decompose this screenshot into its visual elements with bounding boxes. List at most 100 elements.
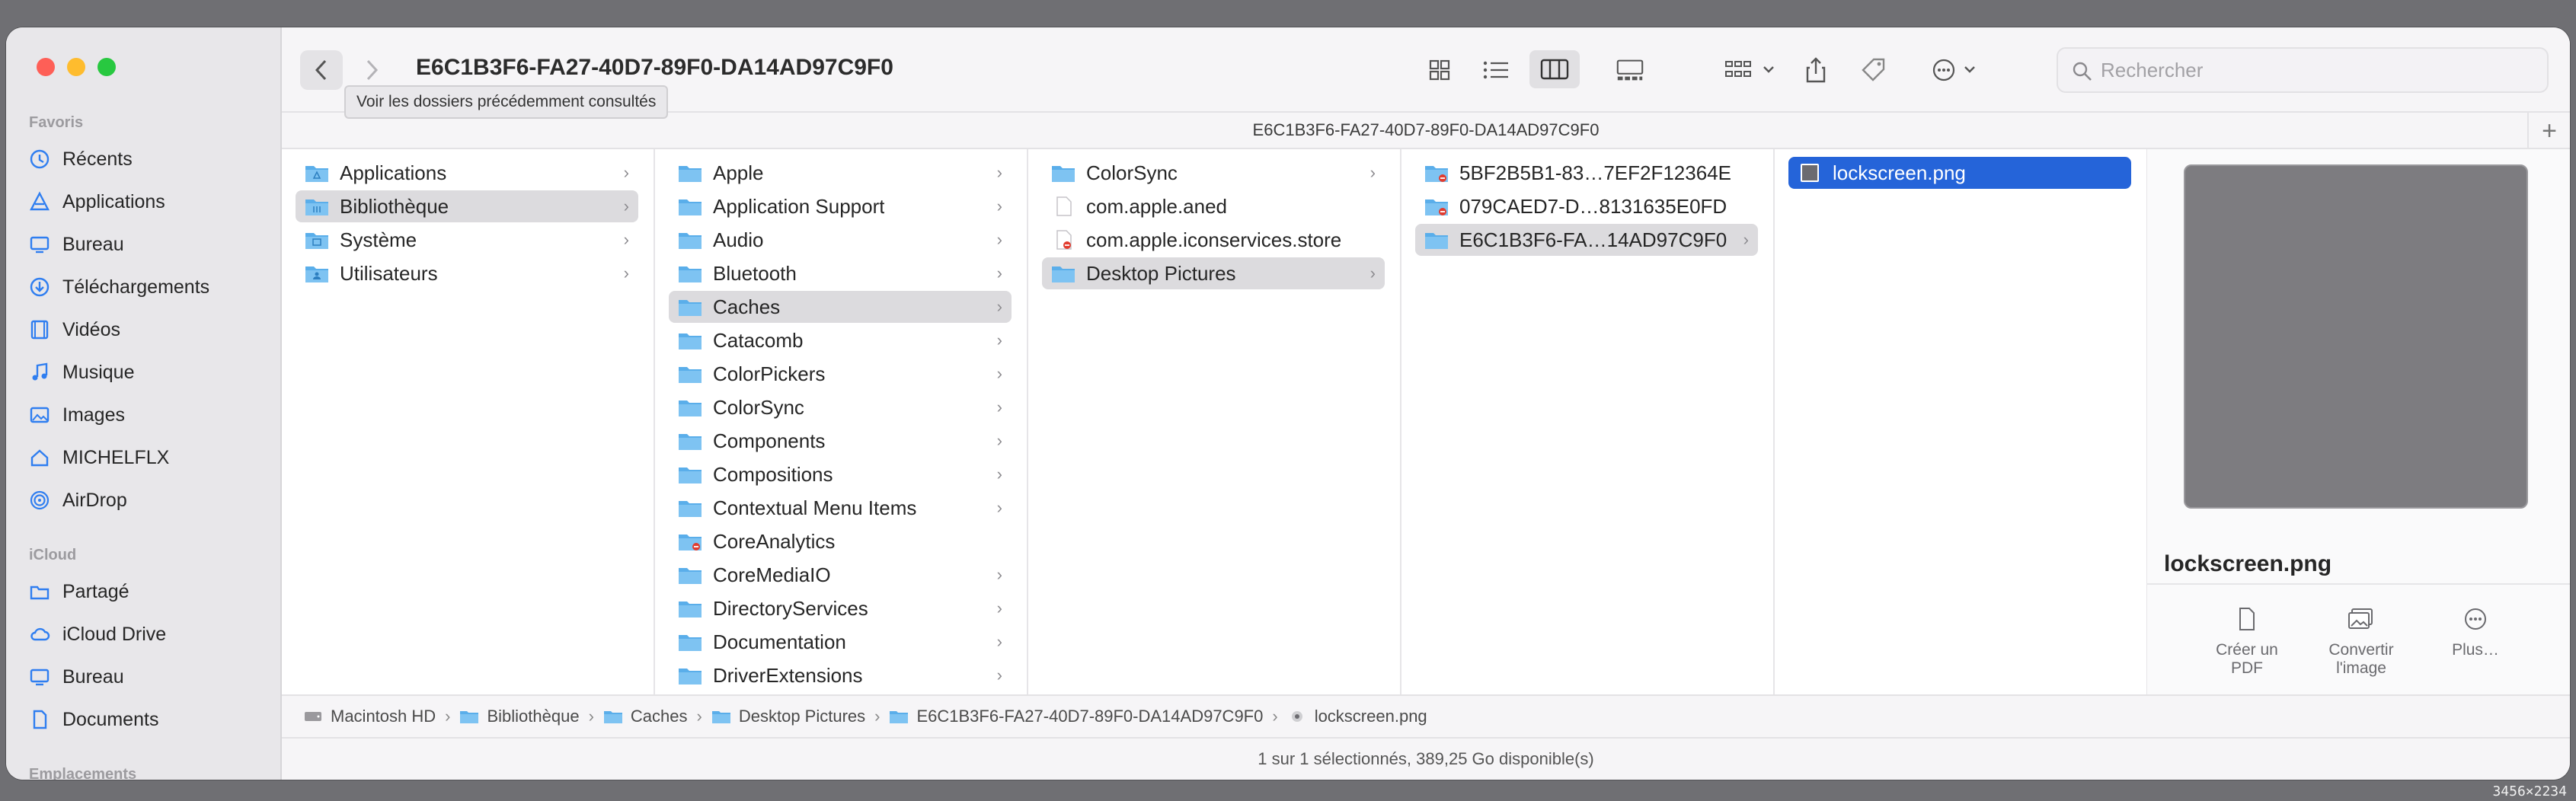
sidebar-item-applications[interactable]: Applications bbox=[29, 183, 273, 221]
divider bbox=[2147, 583, 2570, 585]
sidebar-item-musique[interactable]: Musique bbox=[29, 353, 273, 391]
list-item[interactable]: 5BF2B5B1-83…7EF2F12364E bbox=[1415, 157, 1758, 189]
item-label: 079CAED7-D…8131635E0FD bbox=[1459, 194, 1727, 218]
path-crumb-lockscreen[interactable]: lockscreen.png bbox=[1287, 707, 1427, 726]
list-item[interactable]: CoreMediaIO › bbox=[669, 559, 1012, 591]
folder-icon bbox=[679, 568, 702, 584]
list-item[interactable]: Utilisateurs › bbox=[296, 257, 638, 289]
list-item[interactable]: Audio › bbox=[669, 224, 1012, 256]
forward-button[interactable] bbox=[350, 50, 393, 90]
crumb-label: E6C1B3F6-FA27-40D7-89F0-DA14AD97C9F0 bbox=[916, 707, 1264, 726]
list-item[interactable]: Applications › bbox=[296, 157, 638, 189]
chevron-right-icon: › bbox=[623, 263, 629, 282]
sidebar-item-bureau-icloud[interactable]: Bureau bbox=[29, 658, 273, 696]
list-item[interactable]: ColorSync › bbox=[1042, 157, 1385, 189]
sidebar-section-favoris: Favoris bbox=[29, 114, 84, 131]
list-item[interactable]: Desktop Pictures › bbox=[1042, 257, 1385, 289]
list-item[interactable]: E6C1B3F6-FA…14AD97C9F0 › bbox=[1415, 224, 1758, 256]
path-crumb-desktop-pictures[interactable]: Desktop Pictures bbox=[711, 707, 865, 726]
library-folder-icon bbox=[305, 199, 328, 215]
more-actions-button[interactable] bbox=[1929, 56, 1990, 84]
folder-icon bbox=[679, 266, 702, 282]
list-item[interactable]: Documentation › bbox=[669, 626, 1012, 658]
chevron-left-icon bbox=[315, 59, 327, 81]
item-label: Documentation bbox=[713, 630, 846, 653]
sidebar-item-documents[interactable]: Documents bbox=[29, 700, 273, 739]
sidebar-item-icloud-drive[interactable]: iCloud Drive bbox=[29, 615, 273, 653]
path-crumb-bibliotheque[interactable]: Bibliothèque bbox=[459, 707, 580, 726]
ellipsis-circle-icon bbox=[1932, 59, 1975, 81]
chevron-right-icon: › bbox=[996, 665, 1002, 685]
create-pdf-button[interactable]: Créer un PDF bbox=[2190, 606, 2304, 678]
search-field[interactable]: Rechercher bbox=[2057, 47, 2549, 93]
list-item[interactable]: com.apple.aned bbox=[1042, 190, 1385, 222]
sidebar-item-michelflx[interactable]: MICHELFLX bbox=[29, 439, 273, 477]
list-item[interactable]: Contextual Menu Items › bbox=[669, 492, 1012, 524]
path-crumb-uuid-folder[interactable]: E6C1B3F6-FA27-40D7-89F0-DA14AD97C9F0 bbox=[889, 707, 1263, 726]
list-view-button[interactable] bbox=[1481, 56, 1511, 84]
path-bar: Macintosh HD › Bibliothèque › Caches › D… bbox=[282, 694, 2570, 737]
list-item[interactable]: com.apple.iconservices.store bbox=[1042, 224, 1385, 256]
list-item[interactable]: DriverExtensions › bbox=[669, 659, 1012, 691]
sidebar-item-bureau[interactable]: Bureau bbox=[29, 225, 273, 263]
action-label: PDF bbox=[2231, 659, 2263, 677]
more-button[interactable]: Plus… bbox=[2418, 606, 2533, 659]
list-item[interactable]: CoreAnalytics bbox=[669, 525, 1012, 557]
chevron-right-icon: › bbox=[996, 498, 1002, 517]
sidebar-item-label: AirDrop bbox=[62, 489, 127, 511]
list-item[interactable]: ColorPickers › bbox=[669, 358, 1012, 390]
list-item[interactable]: Application Support › bbox=[669, 190, 1012, 222]
list-item[interactable]: Système › bbox=[296, 224, 638, 256]
folder-icon bbox=[679, 199, 702, 215]
sidebar-item-partage[interactable]: Partagé bbox=[29, 573, 273, 611]
document-icon bbox=[2239, 608, 2255, 630]
list-item[interactable]: Caches › bbox=[669, 291, 1012, 323]
item-label: Bluetooth bbox=[713, 261, 797, 285]
list-item[interactable]: 079CAED7-D…8131635E0FD bbox=[1415, 190, 1758, 222]
chevron-right-icon: › bbox=[996, 330, 1002, 349]
zoom-window-button[interactable] bbox=[97, 58, 116, 76]
back-button[interactable] bbox=[300, 50, 343, 90]
finder-window: Favoris Récents Applications Bureau Télé… bbox=[6, 27, 2570, 780]
list-item[interactable]: Compositions › bbox=[669, 458, 1012, 490]
chevron-right-icon: › bbox=[996, 464, 1002, 483]
sidebar-item-recents[interactable]: Récents bbox=[29, 140, 273, 178]
list-item[interactable]: ColorSync › bbox=[669, 391, 1012, 423]
icon-view-button[interactable] bbox=[1424, 56, 1455, 84]
new-tab-button[interactable]: + bbox=[2527, 113, 2570, 149]
photo-icon bbox=[30, 407, 50, 423]
path-crumb-macintosh-hd[interactable]: Macintosh HD bbox=[303, 707, 436, 726]
sidebar-item-airdrop[interactable]: AirDrop bbox=[29, 481, 273, 519]
gallery-view-button[interactable] bbox=[1615, 56, 1645, 84]
group-by-button[interactable] bbox=[1721, 56, 1782, 84]
minimize-window-button[interactable] bbox=[67, 58, 85, 76]
convert-image-button[interactable]: Convertir l'image bbox=[2304, 606, 2418, 678]
list-item[interactable]: lockscreen.png bbox=[1788, 157, 2131, 189]
close-window-button[interactable] bbox=[37, 58, 55, 76]
tab-title[interactable]: E6C1B3F6-FA27-40D7-89F0-DA14AD97C9F0 bbox=[1253, 120, 1600, 140]
sidebar-item-label: iCloud Drive bbox=[62, 623, 167, 645]
sidebar-item-telechargements[interactable]: Téléchargements bbox=[29, 268, 273, 306]
list-item[interactable]: Catacomb › bbox=[669, 324, 1012, 356]
path-crumb-caches[interactable]: Caches bbox=[603, 707, 688, 726]
status-bar: 1 sur 1 sélectionnés, 389,25 Go disponib… bbox=[282, 737, 2570, 780]
tags-button[interactable] bbox=[1858, 56, 1889, 84]
list-item[interactable]: DirectoryServices › bbox=[669, 592, 1012, 624]
column-view-button[interactable] bbox=[1529, 50, 1580, 88]
item-label: ColorSync bbox=[1086, 161, 1178, 184]
list-item[interactable]: Components › bbox=[669, 425, 1012, 457]
item-label: Compositions bbox=[713, 462, 833, 486]
search-icon bbox=[2073, 62, 2092, 81]
chevron-right-icon: › bbox=[1743, 230, 1749, 249]
item-label: Audio bbox=[713, 228, 764, 251]
sidebar-item-images[interactable]: Images bbox=[29, 396, 273, 434]
item-label: CoreAnalytics bbox=[713, 529, 836, 553]
list-item[interactable]: Apple › bbox=[669, 157, 1012, 189]
folder-icon bbox=[679, 166, 702, 182]
item-label: E6C1B3F6-FA…14AD97C9F0 bbox=[1459, 228, 1727, 251]
list-item[interactable]: Bibliothèque › bbox=[296, 190, 638, 222]
share-button[interactable] bbox=[1801, 56, 1831, 84]
list-item[interactable]: Bluetooth › bbox=[669, 257, 1012, 289]
chevron-right-icon: › bbox=[996, 565, 1002, 584]
sidebar-item-videos[interactable]: Vidéos bbox=[29, 311, 273, 349]
